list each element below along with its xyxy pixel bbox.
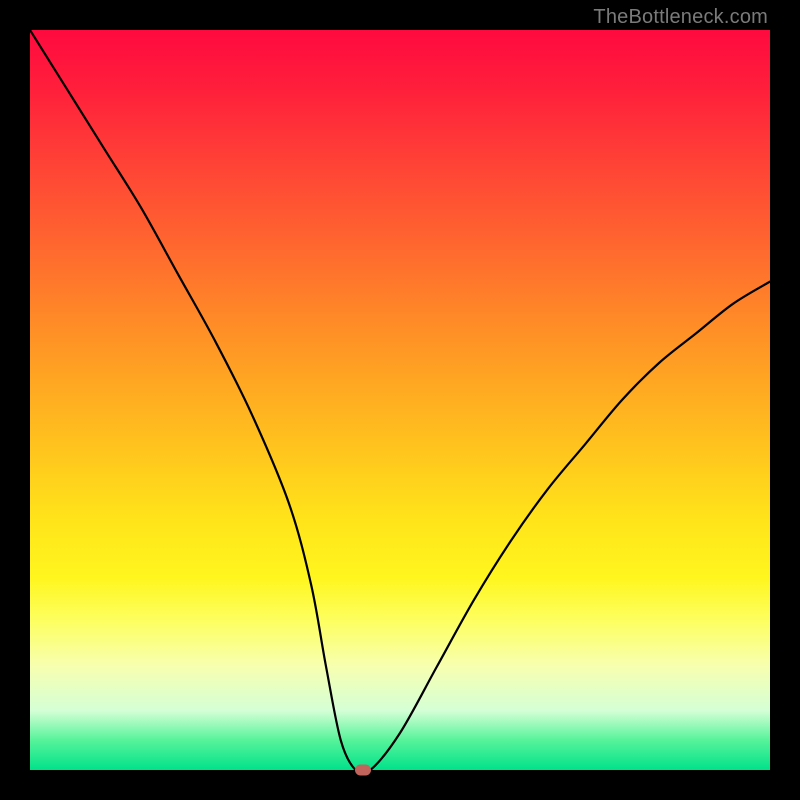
watermark-text: TheBottleneck.com bbox=[593, 6, 768, 29]
bottleneck-curve bbox=[30, 30, 770, 770]
optimal-marker bbox=[355, 765, 371, 776]
chart-frame: TheBottleneck.com bbox=[0, 0, 800, 800]
curve-svg bbox=[30, 30, 770, 770]
plot-area bbox=[30, 30, 770, 770]
